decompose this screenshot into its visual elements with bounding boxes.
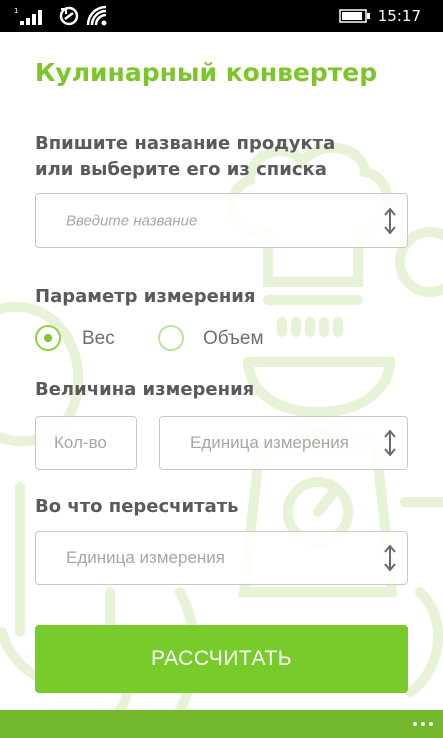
target-unit-placeholder: Единица измерения [66,548,225,567]
convert-to-label: Во что пересчитать [35,496,239,517]
product-label-line1: Впишите название продукта [35,133,336,154]
quantity-placeholder: Кол-во [54,433,107,452]
page-title: Кулинарный конвертер [35,58,378,87]
radio-selected-dot [44,334,52,342]
source-unit-select[interactable]: Единица измерения [159,416,408,470]
sync-icon [58,0,80,32]
dot [421,722,425,726]
radio-weight-label[interactable]: Вес [82,328,115,350]
product-label-line2: или выберите его из списка [35,159,327,180]
radio-weight[interactable] [35,325,61,351]
product-label: Впишите название продукта или выберите е… [35,131,335,183]
product-search-placeholder: Введите название [66,212,198,229]
wifi-icon [86,0,108,32]
calculate-button[interactable]: РАССЧИТАТЬ [35,625,408,693]
svg-text:1: 1 [14,7,18,15]
battery-icon [339,0,371,32]
clock: 15:17 [377,7,421,25]
status-bar: 1 15:17 [0,0,443,32]
parameter-label: Параметр измерения [35,286,256,307]
updown-arrows-icon [384,429,396,457]
product-search-input[interactable]: Введите название [35,193,408,248]
dot [413,722,417,726]
dot [429,722,433,726]
radio-volume[interactable] [158,325,184,351]
magnitude-label: Величина измерения [35,379,255,400]
source-unit-placeholder: Единица измерения [190,433,349,452]
quantity-input[interactable]: Кол-во [35,416,137,470]
updown-arrows-icon [384,206,396,235]
radio-volume-label[interactable]: Объем [203,328,264,350]
target-unit-select[interactable]: Единица измерения [35,531,408,585]
more-options-icon[interactable] [413,710,433,738]
updown-arrows-icon [384,544,396,572]
signal-icon: 1 [14,0,48,32]
app-bar [0,710,443,738]
